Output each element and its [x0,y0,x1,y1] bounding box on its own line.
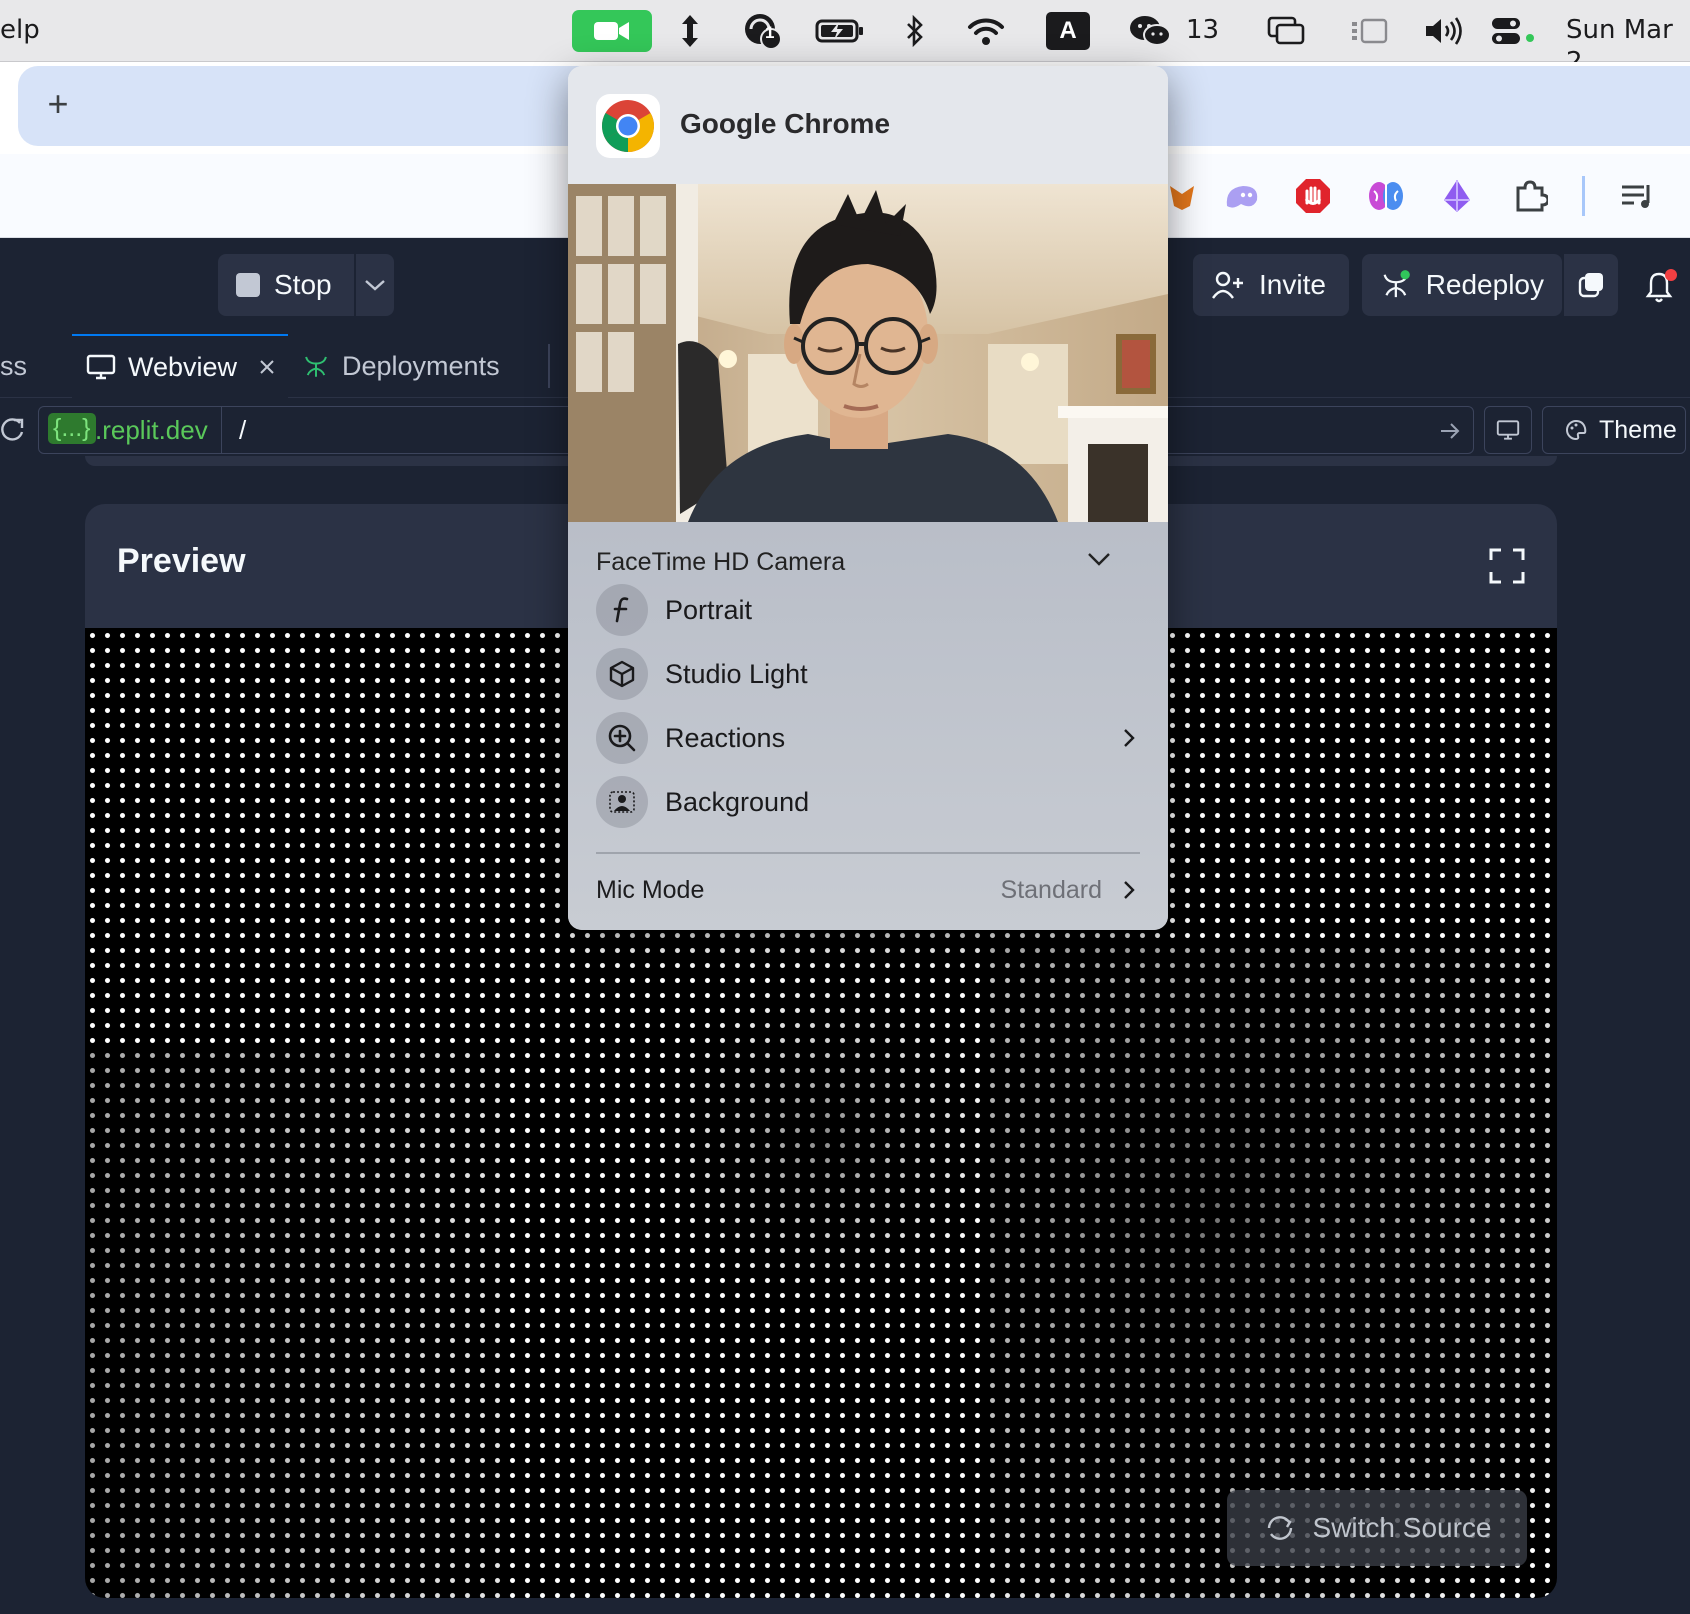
tab-partial-label: ss [0,350,27,381]
effect-label: Background [665,786,810,817]
toolbar-divider [1582,176,1585,216]
calendar-icon[interactable]: 1 [740,10,786,52]
chevron-down-icon[interactable] [1086,550,1116,574]
theme-button[interactable]: Theme [1542,406,1686,454]
app-name: Google Chrome [680,108,891,139]
crystal-icon[interactable] [1435,174,1479,218]
camera-name: FaceTime HD Camera [596,548,846,576]
portrait-f-icon [596,584,648,636]
chevron-down-icon [365,280,385,291]
tab-deployments[interactable]: Deployments [302,334,500,398]
redeploy-options-button[interactable] [1564,254,1618,316]
effect-reactions[interactable]: Reactions [596,710,1140,766]
facetime-camera-icon[interactable] [572,10,652,52]
puzzle-icon[interactable] [1508,174,1552,218]
camera-preview-image [568,184,1168,522]
palette-icon [1566,419,1587,441]
ghost-icon[interactable] [1220,174,1264,218]
mic-mode-label: Mic Mode [596,875,705,904]
tab-webview[interactable]: Webview [72,334,288,398]
background-person-icon [596,776,648,828]
invite-label: Invite [1259,269,1326,300]
arrow-right-icon[interactable] [1439,421,1461,441]
refresh-icon[interactable] [0,414,26,444]
stop-hand-icon[interactable] [1291,174,1335,218]
new-tab-button[interactable]: + [42,82,74,126]
screen-mirroring-icon[interactable] [1266,10,1306,52]
layers-icon [1578,273,1603,298]
mic-mode-row[interactable]: Mic Mode Standard [596,862,1140,918]
menu-bar: elp 1 A 13 Sun Mar 2 [0,0,1690,77]
switch-source-label: Switch Source [1312,1512,1492,1543]
domain-badge: {...} [48,413,96,444]
wifi-icon[interactable] [966,10,1006,52]
fullscreen-icon[interactable] [1487,546,1527,586]
switch-camera-icon [1267,1516,1292,1540]
popover-header: Google Chrome [568,66,1168,184]
effect-portrait[interactable]: Portrait [596,582,1140,638]
monitor-icon [86,354,116,380]
chevron-right-icon [1124,881,1135,899]
effect-background[interactable]: Background [596,774,1140,830]
device-preview-button[interactable] [1484,406,1532,454]
camera-menu-popover: Google Chrome FaceTime HD Camera Portrai… [568,66,1168,930]
reactions-icon [596,712,648,764]
app-menu-help[interactable]: elp [0,14,40,46]
battery-charging-icon[interactable] [815,10,865,52]
wechat-icon[interactable] [1128,10,1172,52]
close-icon[interactable] [259,359,275,375]
control-center-icon[interactable] [1490,10,1536,52]
cube-icon [596,648,648,700]
stop-dropdown-button[interactable] [356,254,394,316]
url-divider [221,407,222,453]
deployments-icon [1383,270,1410,298]
halftone-shadow-face [645,968,1005,1308]
tab-partial[interactable]: ss [0,334,27,398]
deployments-icon [305,356,327,377]
effect-studio-light[interactable]: Studio Light [596,646,1140,702]
url-domain: .replit.dev [95,415,208,445]
wechat-count: 13 [1186,15,1220,45]
stop-square-icon [236,273,260,297]
brain-icon[interactable] [1364,174,1408,218]
preview-title: Preview [117,542,246,580]
camera-settings: FaceTime HD Camera Portrait Studio Light… [568,522,1168,930]
switch-source-button[interactable]: Switch Source [1227,1490,1527,1566]
add-user-icon [1212,271,1243,299]
input-source-icon[interactable]: A [1046,12,1090,50]
theme-label: Theme [1599,415,1677,444]
active-tab-edge [0,62,18,154]
invite-button[interactable]: Invite [1193,254,1349,316]
effect-label: Reactions [665,722,786,753]
tab-deployments-label: Deployments [342,350,500,381]
tab-divider [548,344,550,388]
tab-webview-label: Webview [128,351,238,382]
monitor-icon [1496,420,1520,440]
redeploy-label: Redeploy [1425,269,1544,300]
chevron-right-icon [1124,729,1135,747]
effect-label: Studio Light [665,658,808,689]
bell-icon[interactable] [1640,268,1680,308]
effect-label: Portrait [665,594,753,625]
bluetooth-icon[interactable] [903,10,927,52]
volume-icon[interactable] [1422,10,1466,52]
redeploy-button[interactable]: Redeploy [1362,254,1562,316]
url-path: / [239,415,247,445]
playlist-icon[interactable] [1616,174,1660,218]
mic-mode-value: Standard [1000,875,1102,904]
stop-label: Stop [274,269,332,300]
stage-manager-icon[interactable] [1349,10,1389,52]
resize-vertical-icon[interactable] [675,10,705,52]
halftone-shadow-left [85,1048,505,1598]
stop-button[interactable]: Stop [218,254,354,316]
calendar-badge: 1 [765,23,775,42]
chrome-icon [596,94,660,158]
menu-divider [596,852,1140,854]
